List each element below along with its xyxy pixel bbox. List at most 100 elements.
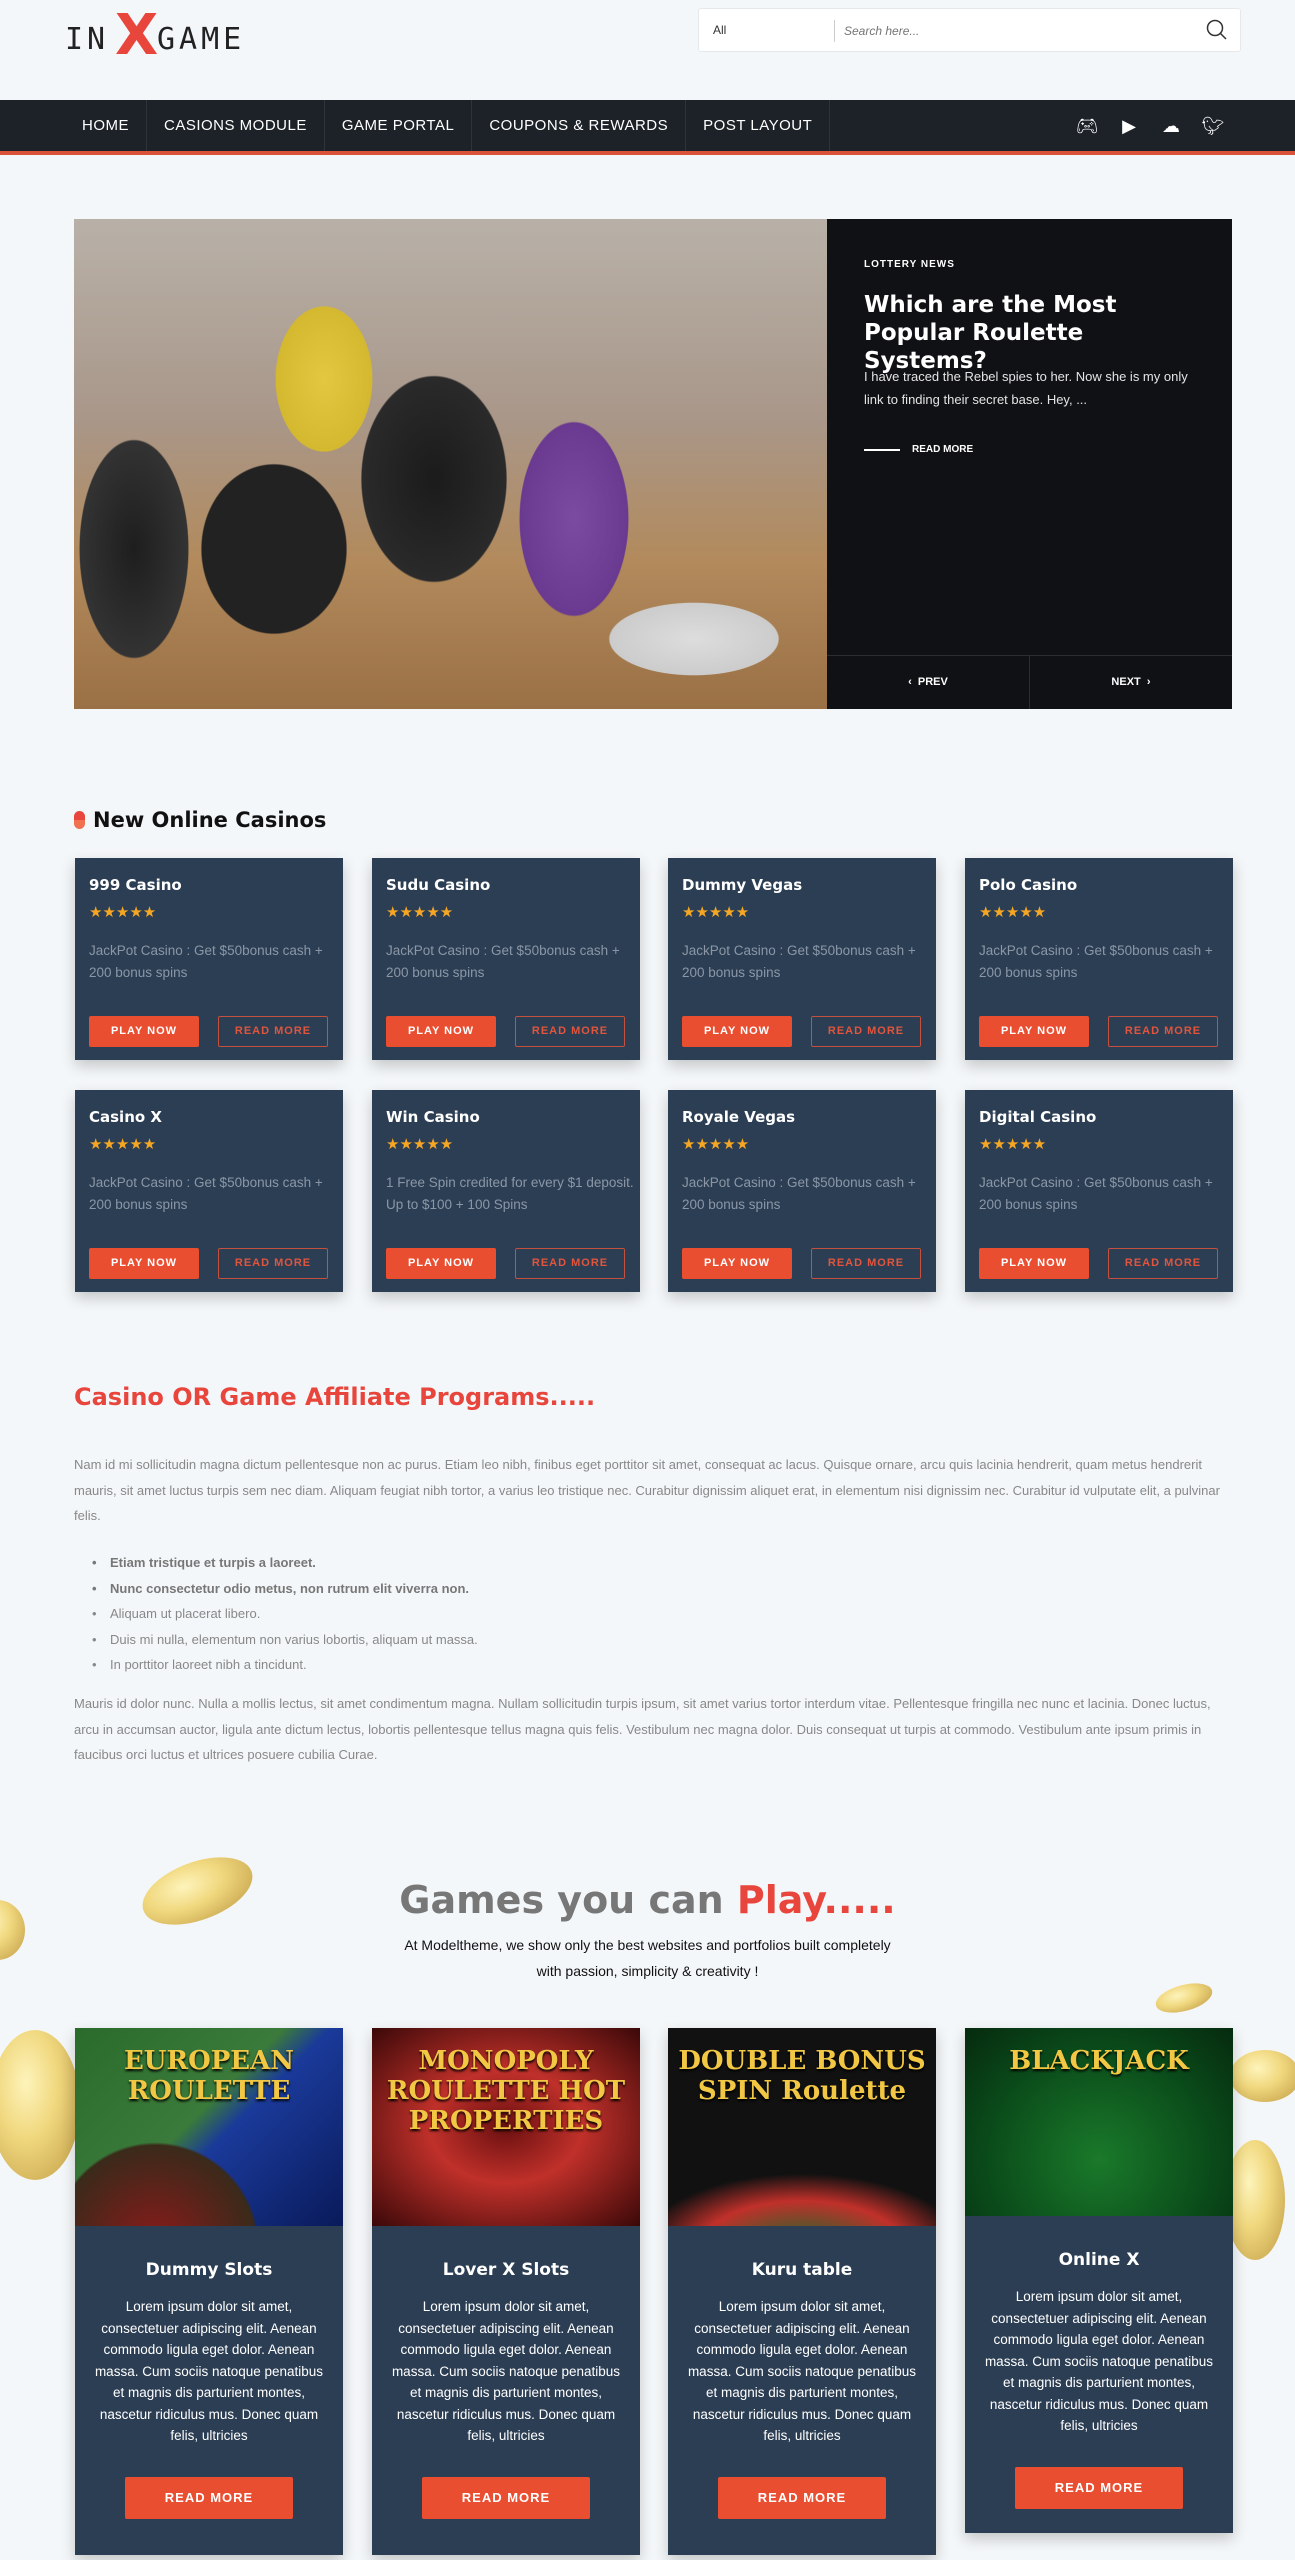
- game-card: DOUBLE BONUS SPIN Roulette Kuru table Lo…: [668, 2028, 936, 2555]
- games-title-highlight: Play.....: [736, 1878, 896, 1922]
- youtube-icon[interactable]: ▶: [1117, 116, 1141, 137]
- nav-item-casinos-module[interactable]: CASIONS MODULE: [147, 100, 325, 151]
- casino-desc: JackPot Casino : Get $50bonus cash + 200…: [89, 1175, 323, 1212]
- game-image-text: BLACKJACK: [1009, 2046, 1189, 2076]
- read-more-button[interactable]: READ MORE: [218, 1016, 328, 1047]
- gold-coin-decoration: [1225, 2140, 1285, 2260]
- game-name[interactable]: Online X: [965, 2250, 1233, 2270]
- read-more-button[interactable]: READ MORE: [218, 1248, 328, 1279]
- read-more-label: READ MORE: [912, 444, 974, 455]
- play-now-button[interactable]: PLAY NOW: [386, 1248, 496, 1279]
- logo-text-left: IN: [65, 22, 110, 57]
- twitter-icon[interactable]: 🐦︎: [1201, 116, 1225, 137]
- casino-desc: 1 Free Spin credited for every $1 deposi…: [386, 1175, 634, 1212]
- star-rating: ★★★★★: [386, 1136, 454, 1153]
- affiliate-title: Casino OR Game Affiliate Programs.....: [74, 1383, 596, 1411]
- affiliate-paragraph-2: Mauris id dolor nunc. Nulla a mollis lec…: [74, 1696, 1211, 1762]
- section-title-text: New Online Casinos: [93, 808, 327, 832]
- soundcloud-icon[interactable]: ☁: [1159, 116, 1183, 137]
- gold-coin-decoration: [1152, 1977, 1216, 2019]
- game-image[interactable]: BLACKJACK: [965, 2028, 1233, 2216]
- hero-image-casino-chips[interactable]: [74, 219, 827, 709]
- site-logo[interactable]: IN X GAME: [65, 8, 295, 64]
- game-image[interactable]: DOUBLE BONUS SPIN Roulette: [668, 2028, 936, 2226]
- game-card: BLACKJACK Online X Lorem ipsum dolor sit…: [965, 2028, 1233, 2533]
- casino-desc: JackPot Casino : Get $50bonus cash + 200…: [979, 1175, 1213, 1212]
- hero-panel: LOTTERY NEWS Which are the Most Popular …: [827, 219, 1232, 709]
- hero-read-more[interactable]: READ MORE: [864, 444, 973, 455]
- game-name[interactable]: Kuru table: [668, 2260, 936, 2280]
- list-item: Etiam tristique et turpis a laoreet.: [74, 1550, 1234, 1576]
- read-more-button[interactable]: READ MORE: [515, 1248, 625, 1279]
- casino-name[interactable]: Dummy Vegas: [682, 876, 802, 894]
- casino-card: Polo Casino ★★★★★ JackPot Casino : Get $…: [965, 858, 1233, 1060]
- game-card: EUROPEAN ROULETTE Dummy Slots Lorem ipsu…: [75, 2028, 343, 2555]
- prev-button[interactable]: ‹ PREV: [827, 656, 1030, 709]
- casino-desc: JackPot Casino : Get $50bonus cash + 200…: [89, 943, 323, 980]
- casino-card: 999 Casino ★★★★★ JackPot Casino : Get $5…: [75, 858, 343, 1060]
- nav-item-post-layout[interactable]: POST LAYOUT: [686, 100, 831, 151]
- game-image[interactable]: EUROPEAN ROULETTE: [75, 2028, 343, 2226]
- games-title-prefix: Games you can: [399, 1878, 737, 1922]
- read-more-button[interactable]: READ MORE: [1108, 1248, 1218, 1279]
- nav-item-game-portal[interactable]: GAME PORTAL: [325, 100, 473, 151]
- star-rating: ★★★★★: [386, 904, 454, 921]
- list-item: Nunc consectetur odio metus, non rutrum …: [74, 1576, 1234, 1602]
- casino-card: Sudu Casino ★★★★★ JackPot Casino : Get $…: [372, 858, 640, 1060]
- play-now-button[interactable]: PLAY NOW: [979, 1016, 1089, 1047]
- play-now-button[interactable]: PLAY NOW: [979, 1248, 1089, 1279]
- read-more-button[interactable]: READ MORE: [515, 1016, 625, 1047]
- read-more-button[interactable]: READ MORE: [125, 2476, 293, 2519]
- casino-name[interactable]: Win Casino: [386, 1108, 480, 1126]
- read-more-button[interactable]: READ MORE: [811, 1016, 921, 1047]
- search-category-select[interactable]: All: [713, 23, 726, 37]
- hero-title[interactable]: Which are the Most Popular Roulette Syst…: [864, 291, 1204, 375]
- casino-name[interactable]: Sudu Casino: [386, 876, 490, 894]
- casino-desc: JackPot Casino : Get $50bonus cash + 200…: [386, 943, 620, 980]
- casino-desc: JackPot Casino : Get $50bonus cash + 200…: [682, 1175, 916, 1212]
- read-more-button[interactable]: READ MORE: [811, 1248, 921, 1279]
- game-card: MONOPOLY ROULETTE HOT PROPERTIES Lover X…: [372, 2028, 640, 2555]
- prev-label: PREV: [917, 676, 948, 688]
- nav-item-home[interactable]: HOME: [65, 100, 147, 151]
- chevron-left-icon: ‹: [908, 676, 912, 688]
- main-nav: HOME CASIONS MODULE GAME PORTAL COUPONS …: [0, 100, 1295, 155]
- gold-coin-decoration: [0, 2030, 80, 2180]
- star-rating: ★★★★★: [979, 1136, 1047, 1153]
- casino-name[interactable]: 999 Casino: [89, 876, 182, 894]
- hero-category[interactable]: LOTTERY NEWS: [864, 259, 955, 270]
- play-now-button[interactable]: PLAY NOW: [386, 1016, 496, 1047]
- play-now-button[interactable]: PLAY NOW: [89, 1248, 199, 1279]
- play-now-button[interactable]: PLAY NOW: [682, 1016, 792, 1047]
- search-icon[interactable]: [1206, 19, 1228, 46]
- casino-card: Digital Casino ★★★★★ JackPot Casino : Ge…: [965, 1090, 1233, 1292]
- section-bullet-icon: [74, 811, 85, 829]
- game-desc: Lorem ipsum dolor sit amet, consectetuer…: [984, 2289, 1214, 2433]
- affiliate-paragraph-1: Nam id mi sollicitudin magna dictum pell…: [74, 1457, 1220, 1523]
- search-input[interactable]: [844, 17, 1184, 45]
- game-name[interactable]: Dummy Slots: [75, 2260, 343, 2280]
- gamepad-icon[interactable]: 🎮︎: [1075, 116, 1099, 137]
- game-image[interactable]: MONOPOLY ROULETTE HOT PROPERTIES: [372, 2028, 640, 2226]
- next-button[interactable]: NEXT ›: [1030, 656, 1232, 709]
- casino-name[interactable]: Casino X: [89, 1108, 162, 1126]
- game-desc: Lorem ipsum dolor sit amet, consectetuer…: [687, 2299, 917, 2443]
- game-name[interactable]: Lover X Slots: [372, 2260, 640, 2280]
- hero-excerpt: I have traced the Rebel spies to her. No…: [864, 369, 1188, 407]
- read-more-button[interactable]: READ MORE: [1015, 2466, 1183, 2509]
- section-title-casinos: New Online Casinos: [74, 808, 326, 832]
- read-more-button[interactable]: READ MORE: [422, 2476, 590, 2519]
- read-more-button[interactable]: READ MORE: [1108, 1016, 1218, 1047]
- casino-name[interactable]: Polo Casino: [979, 876, 1077, 894]
- nav-item-coupons-rewards[interactable]: COUPONS & REWARDS: [472, 100, 687, 151]
- casino-name[interactable]: Digital Casino: [979, 1108, 1096, 1126]
- casino-name[interactable]: Royale Vegas: [682, 1108, 795, 1126]
- chevron-right-icon: ›: [1146, 676, 1151, 688]
- list-item: Aliquam ut placerat libero.: [74, 1601, 1234, 1627]
- games-title: Games you can Play.....: [0, 1878, 1295, 1922]
- play-now-button[interactable]: PLAY NOW: [89, 1016, 199, 1047]
- play-now-button[interactable]: PLAY NOW: [682, 1248, 792, 1279]
- star-rating: ★★★★★: [682, 904, 750, 921]
- game-desc: Lorem ipsum dolor sit amet, consectetuer…: [94, 2299, 324, 2443]
- read-more-button[interactable]: READ MORE: [718, 2476, 886, 2519]
